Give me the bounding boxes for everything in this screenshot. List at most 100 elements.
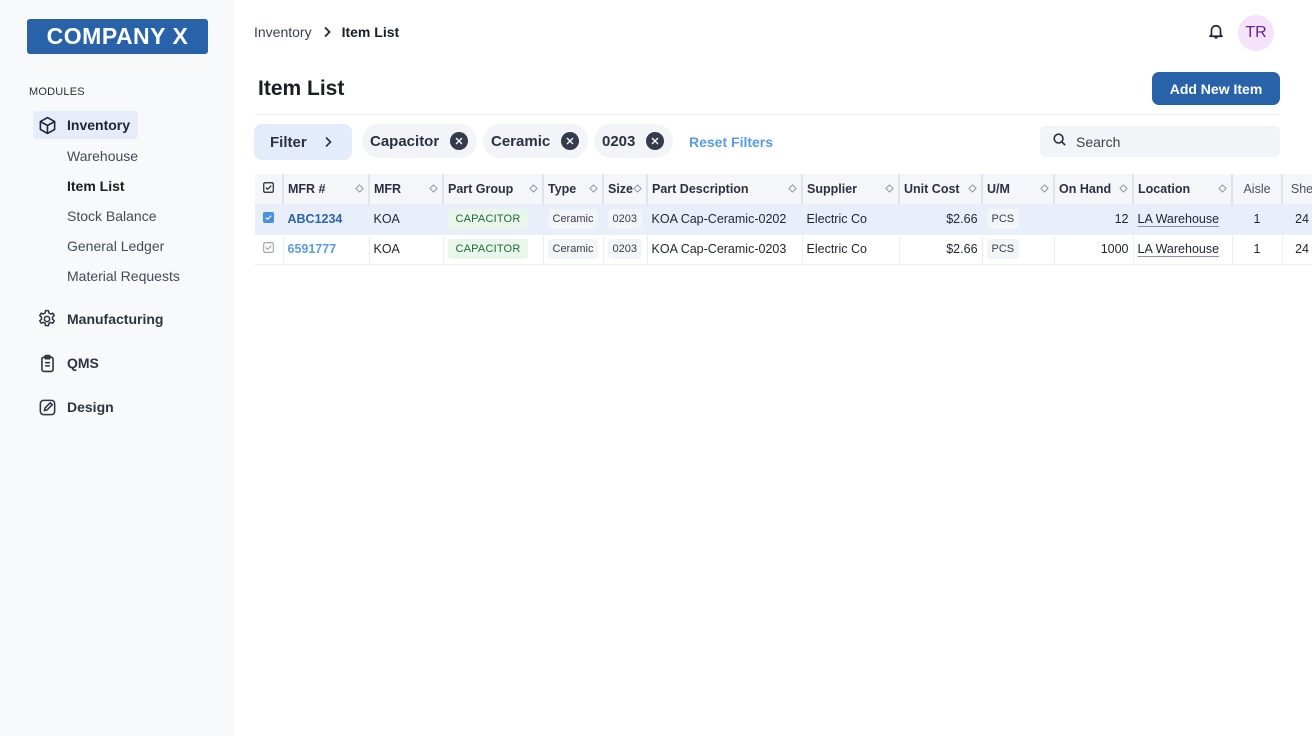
chip-label: Capacitor <box>370 132 440 150</box>
breadcrumb-inventory[interactable]: Inventory <box>254 24 312 40</box>
page-title: Item List <box>258 77 345 100</box>
avatar[interactable]: TR <box>1238 15 1274 51</box>
location-link[interactable]: LA Warehouse <box>1138 212 1220 226</box>
sidebar-subitem-warehouse[interactable]: Warehouse <box>67 148 138 164</box>
items-table: MFR # MFR Part Group Type Size Part Desc… <box>255 174 1312 265</box>
modules-label: MODULES <box>29 86 85 98</box>
company-logo[interactable]: COMPANY X <box>27 19 208 54</box>
sidebar-subitem-stock-balance[interactable]: Stock Balance <box>67 208 157 224</box>
table-row[interactable]: ABC1234 KOA CAPACITOR Ceramic 0203 KOA C… <box>255 204 1312 235</box>
table-row[interactable]: 6591777 KOA CAPACITOR Ceramic 0203 KOA C… <box>255 234 1312 265</box>
cell-on-hand: 1000 <box>1054 234 1134 265</box>
edit-icon <box>37 397 57 417</box>
cell-mfr: KOA <box>369 204 444 235</box>
close-icon[interactable] <box>646 132 665 150</box>
table-header-row: MFR # MFR Part Group Type Size Part Desc… <box>255 174 1312 205</box>
search-input[interactable] <box>1076 133 1266 150</box>
cell-aisle: 1 <box>1232 234 1283 265</box>
sort-icon <box>1040 184 1049 193</box>
cell-um: PCS <box>982 204 1055 235</box>
close-icon[interactable] <box>450 132 469 150</box>
column-header-on-hand[interactable]: On Hand <box>1054 174 1135 205</box>
search-icon <box>1052 132 1067 152</box>
mfr-no-link[interactable]: 6591777 <box>288 242 337 256</box>
sidebar-subitem-material-requests[interactable]: Material Requests <box>67 268 180 284</box>
column-header-part-description[interactable]: Part Description <box>647 174 804 205</box>
column-header-aisle[interactable]: Aisle <box>1232 174 1284 205</box>
cell-unit-cost: $2.66 <box>899 204 983 235</box>
cell-type: Ceramic <box>543 234 604 265</box>
size-badge: 0203 <box>607 239 642 259</box>
cell-location: LA Warehouse <box>1133 234 1233 265</box>
chip-label: 0203 <box>602 132 636 150</box>
column-header-supplier[interactable]: Supplier <box>802 174 901 205</box>
cell-size: 0203 <box>603 204 648 235</box>
um-badge: PCS <box>986 239 1020 259</box>
search-box <box>1040 126 1280 157</box>
sort-icon <box>885 184 894 193</box>
sort-icon <box>529 184 538 193</box>
column-header-part-group[interactable]: Part Group <box>443 174 544 205</box>
select-all-checkbox[interactable] <box>255 174 284 205</box>
add-new-item-button[interactable]: Add New Item <box>1152 72 1280 105</box>
cell-mfr-no[interactable]: ABC1234 <box>283 204 370 235</box>
sort-icon <box>633 184 642 193</box>
cell-shelf: 24 <box>1282 204 1312 235</box>
column-header-location[interactable]: Location <box>1133 174 1234 205</box>
filter-chip-ceramic: Ceramic <box>483 124 589 158</box>
cell-on-hand: 12 <box>1054 204 1134 235</box>
close-icon[interactable] <box>561 132 580 150</box>
bell-icon[interactable] <box>1207 21 1225 41</box>
cell-mfr-no[interactable]: 6591777 <box>283 234 370 265</box>
column-header-um[interactable]: U/M <box>982 174 1056 205</box>
cell-shelf: 24 <box>1282 234 1312 265</box>
column-header-mfr[interactable]: MFR <box>369 174 444 205</box>
filter-chip-capacitor: Capacitor <box>362 124 478 158</box>
cell-location: LA Warehouse <box>1133 204 1233 235</box>
items-table-container: MFR # MFR Part Group Type Size Part Desc… <box>255 174 1312 265</box>
sidebar-subitem-item-list[interactable]: Item List <box>67 178 125 194</box>
column-header-size[interactable]: Size <box>603 174 649 205</box>
cube-icon <box>37 115 57 135</box>
size-badge: 0203 <box>607 209 642 229</box>
sidebar-item-qms[interactable]: QMS <box>33 349 107 377</box>
sort-icon <box>788 184 797 193</box>
sort-icon <box>429 184 438 193</box>
sidebar-item-label: Design <box>67 399 114 415</box>
column-header-mfr-no[interactable]: MFR # <box>283 174 370 205</box>
chip-label: Ceramic <box>491 132 551 150</box>
location-link[interactable]: LA Warehouse <box>1138 242 1220 256</box>
row-checkbox[interactable] <box>255 234 284 265</box>
mfr-no-link[interactable]: ABC1234 <box>288 212 343 226</box>
cell-supplier: Electric Co <box>802 234 900 265</box>
um-badge: PCS <box>986 209 1020 229</box>
cell-part-group: CAPACITOR <box>443 204 544 235</box>
checkbox-icon <box>263 242 274 256</box>
sidebar-item-design[interactable]: Design <box>33 393 122 421</box>
column-header-shelf[interactable]: She <box>1282 174 1312 205</box>
type-badge: Ceramic <box>547 239 599 259</box>
part-group-badge: CAPACITOR <box>447 239 529 259</box>
cell-mfr: KOA <box>369 234 444 265</box>
sidebar-item-manufacturing[interactable]: Manufacturing <box>33 305 171 333</box>
sidebar-subitem-general-ledger[interactable]: General Ledger <box>67 238 164 254</box>
sidebar-item-inventory[interactable]: Inventory <box>33 111 139 139</box>
column-header-type[interactable]: Type <box>543 174 604 205</box>
reset-filters-link[interactable]: Reset Filters <box>689 134 773 150</box>
sidebar-item-label: QMS <box>67 355 99 371</box>
type-badge: Ceramic <box>547 209 599 229</box>
filter-button[interactable]: Filter <box>254 124 352 160</box>
cell-description: KOA Cap-Ceramic-0202 <box>647 204 803 235</box>
row-checkbox[interactable] <box>255 204 284 235</box>
sort-icon <box>355 184 364 193</box>
part-group-badge: CAPACITOR <box>447 209 529 229</box>
clipboard-icon <box>37 353 57 373</box>
sidebar: COMPANY X MODULES Inventory Warehouse It… <box>0 0 234 736</box>
gear-icon <box>37 309 57 329</box>
cell-type: Ceramic <box>543 204 604 235</box>
column-header-unit-cost[interactable]: Unit Cost <box>899 174 984 205</box>
sidebar-item-label: Inventory <box>67 117 131 133</box>
sidebar-item-label: Manufacturing <box>67 311 164 327</box>
sort-icon <box>968 184 977 193</box>
cell-supplier: Electric Co <box>802 204 900 235</box>
